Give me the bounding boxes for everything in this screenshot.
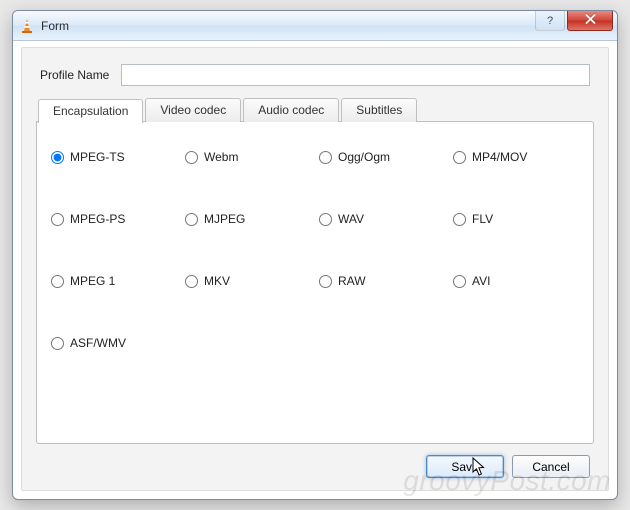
help-button[interactable]: ? [535,11,565,31]
radio-option[interactable]: MPEG-PS [51,212,177,226]
radio-option[interactable]: MKV [185,274,311,288]
vlc-cone-icon [19,18,35,34]
cancel-button[interactable]: Cancel [512,455,590,478]
help-icon: ? [547,15,553,27]
radio-option[interactable]: MJPEG [185,212,311,226]
radio-input[interactable] [453,213,466,226]
tab-label: Audio codec [258,103,324,117]
radio-label: MPEG-PS [70,212,125,226]
profile-name-input[interactable] [121,64,590,86]
radio-input[interactable] [51,337,64,350]
client-area: Profile Name Encapsulation Video codec A… [21,47,609,491]
radio-label: AVI [472,274,490,288]
radio-option[interactable]: Webm [185,150,311,164]
tab-video-codec[interactable]: Video codec [145,98,241,122]
tab-audio-codec[interactable]: Audio codec [243,98,339,122]
encapsulation-radio-group: MPEG-TS Webm Ogg/Ogm MP4/MOV MPEG-PS MJPEG WAV… [51,150,579,350]
tab-label: Video codec [160,103,226,117]
radio-label: MJPEG [204,212,245,226]
radio-option[interactable]: RAW [319,274,445,288]
radio-label: ASF/WMV [70,336,126,350]
radio-label: MPEG 1 [70,274,115,288]
radio-option[interactable]: MPEG 1 [51,274,177,288]
radio-input[interactable] [51,213,64,226]
radio-label: MPEG-TS [70,150,125,164]
radio-label: MKV [204,274,230,288]
radio-input[interactable] [51,275,64,288]
radio-input[interactable] [453,275,466,288]
radio-option[interactable]: MP4/MOV [453,150,579,164]
close-icon [585,14,596,27]
radio-label: Ogg/Ogm [338,150,390,164]
radio-label: MP4/MOV [472,150,527,164]
tab-control: Encapsulation Video codec Audio codec Su… [36,98,594,444]
radio-label: Webm [204,150,238,164]
profile-name-row: Profile Name [40,64,590,86]
tab-encapsulation[interactable]: Encapsulation [38,99,143,123]
radio-option[interactable]: FLV [453,212,579,226]
radio-input[interactable] [185,275,198,288]
radio-option[interactable]: WAV [319,212,445,226]
radio-label: FLV [472,212,493,226]
radio-input[interactable] [51,151,64,164]
dialog-footer: Save Cancel [426,455,590,478]
close-button[interactable] [567,11,613,31]
tab-label: Encapsulation [53,104,128,118]
tabstrip: Encapsulation Video codec Audio codec Su… [36,98,594,122]
radio-label: RAW [338,274,366,288]
window-controls: ? [535,11,617,33]
radio-option[interactable]: ASF/WMV [51,336,177,350]
radio-option[interactable]: Ogg/Ogm [319,150,445,164]
tab-page-encapsulation: MPEG-TS Webm Ogg/Ogm MP4/MOV MPEG-PS MJPEG WAV… [36,121,594,444]
radio-input[interactable] [185,151,198,164]
tab-subtitles[interactable]: Subtitles [341,98,417,122]
radio-label: WAV [338,212,364,226]
radio-input[interactable] [319,213,332,226]
window-title: Form [41,19,69,33]
radio-input[interactable] [319,275,332,288]
radio-option[interactable]: MPEG-TS [51,150,177,164]
profile-name-label: Profile Name [40,68,109,82]
radio-input[interactable] [319,151,332,164]
save-button[interactable]: Save [426,455,504,478]
radio-input[interactable] [185,213,198,226]
radio-option[interactable]: AVI [453,274,579,288]
tab-label: Subtitles [356,103,402,117]
dialog-window: Form ? Profile Name Encapsulation Video … [12,10,618,500]
titlebar[interactable]: Form ? [13,11,617,41]
radio-input[interactable] [453,151,466,164]
